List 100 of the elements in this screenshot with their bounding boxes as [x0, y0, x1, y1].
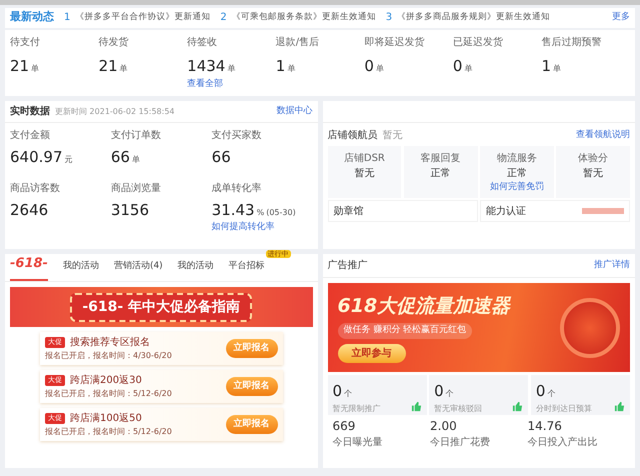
metric-value: 66 [212, 148, 231, 166]
counter-unit: 个 [547, 389, 556, 398]
ad-metric-label: 今日推广花费 [430, 436, 491, 450]
certification-label: 能力认证 [486, 204, 526, 218]
stat-value: 0 [452, 57, 462, 75]
metric-label: 商品浏览量 [110, 182, 162, 196]
stat-value: 1 [541, 57, 552, 75]
counter-label: 分时到达日预算 [536, 402, 593, 414]
notice-link[interactable]: 《可乘包邮服务条款》更新生效通知 [232, 11, 376, 24]
metric-unit: % [256, 208, 264, 216]
metric-label: 支付买家数 [212, 128, 263, 143]
stat-unit: 单 [287, 64, 296, 73]
stat-label: 售后过期预警 [541, 36, 602, 50]
score-label: 客服回复 [420, 152, 462, 166]
ad-metric-label: 今日投入产出比 [528, 436, 598, 450]
score-value: 正常 [430, 166, 452, 180]
thumbs-up-icon [410, 401, 422, 412]
navigator-value: 暂无 [382, 128, 402, 143]
stat-label: 待签收 [187, 36, 218, 50]
stat-value: 0 [364, 57, 374, 75]
counter-value: 0 [536, 382, 546, 400]
stat-label: 已延迟发货 [452, 36, 504, 50]
stat-unit: 单 [464, 64, 472, 73]
metric-label: 支付金额 [10, 128, 51, 143]
update-time: 更新时间 2021-06-02 15:58:54 [55, 106, 175, 118]
data-center-link[interactable]: 数据中心 [276, 104, 312, 118]
metric-value: 66 [110, 148, 130, 166]
tab[interactable]: 我的活动 [62, 254, 99, 281]
navigator-label: 店铺领航员 [328, 128, 378, 143]
activity-title: 跨店满200返30 [70, 374, 142, 388]
more-link[interactable]: 更多 [612, 10, 630, 24]
score-label: 物流服务 [496, 152, 538, 166]
stat-value: 21 [10, 57, 30, 75]
metric-note: (05-30) [266, 208, 296, 216]
section-title: 最新动态 [10, 9, 54, 26]
activity-time: 报名已开启，报名时间：5/12-6/20 [45, 388, 173, 400]
promotion-details-link[interactable]: 推广详情 [594, 258, 630, 272]
counter-value: 0 [332, 382, 342, 400]
banner-title: 年中大促必备指南 [128, 298, 240, 316]
activity-title: 跨店满100返50 [70, 412, 142, 426]
counter-unit: 个 [446, 389, 454, 398]
counter-label: 暂无审核驳回 [434, 402, 484, 414]
metric-value: 2646 [10, 200, 48, 218]
stat-unit: 单 [376, 64, 384, 73]
stat-label: 待发货 [98, 36, 130, 50]
counter-label: 暂无限制推广 [332, 402, 382, 414]
score-value: 暂无 [353, 166, 376, 180]
section-title: 广告推广 [328, 258, 368, 273]
tab[interactable]: 营销活动(4) [114, 254, 163, 281]
ad-metric-value: 14.76 [528, 418, 563, 435]
stat-unit: 单 [120, 64, 128, 73]
stat-unit: 单 [227, 64, 236, 73]
navigator-info-link[interactable]: 查看领航说明 [576, 128, 630, 142]
metric-value: 640.97 [10, 148, 62, 166]
metric-label: 商品访客数 [10, 182, 61, 196]
conversion-help-link[interactable]: 如何提高转化率 [212, 221, 312, 234]
notice-link[interactable]: 《拼多多商品服务规则》更新生效通知 [397, 11, 550, 24]
join-button[interactable]: 立即参与 [338, 344, 406, 363]
ad-metric-value: 669 [332, 418, 356, 435]
metric-label: 成单转化率 [212, 182, 263, 196]
score-value: 暂无 [582, 166, 604, 180]
thumbs-up-icon [512, 401, 524, 412]
penalty-help-link[interactable]: 如何完善免罚 [480, 180, 554, 194]
notice-link[interactable]: 《拼多多平台合作协议》更新通知 [75, 11, 210, 24]
activity-title: 搜索推荐专区报名 [70, 336, 150, 350]
stat-value: 21 [98, 57, 118, 75]
score-label: 体验分 [577, 152, 610, 166]
ad-metric-label: 今日曝光量 [332, 436, 384, 450]
stat-value: 1434 [187, 57, 226, 75]
tab[interactable]: 我的活动 [178, 254, 214, 281]
metric-value: 31.43 [212, 200, 255, 218]
activity-time: 报名已开启，报名时间：4/30-6/20 [45, 350, 173, 362]
ad-metric-value: 2.00 [430, 418, 458, 435]
banner-subtitle: 做任务 赚积分 轻松赢百元红包 [338, 323, 472, 339]
stat-label: 即将延迟发货 [364, 36, 426, 50]
medal-hall-label: 勋章馆 [334, 204, 364, 218]
score-value: 正常 [506, 166, 528, 180]
stat-value: 1 [276, 57, 286, 75]
logo-tab[interactable]: -618- [10, 248, 48, 281]
metric-label: 支付订单数 [110, 128, 162, 143]
certification-badge [582, 208, 624, 214]
stat-label: 退款/售后 [276, 36, 320, 50]
activity-time: 报名已开启，报名时间：5/12-6/20 [45, 426, 173, 438]
metric-unit: 单 [132, 154, 140, 164]
counter-unit: 个 [344, 389, 352, 398]
section-title: 实时数据 [10, 104, 50, 119]
thumbs-up-icon [614, 401, 626, 412]
metric-value: 3156 [110, 200, 150, 218]
banner-logo: -618- [82, 298, 124, 316]
stat-label: 待支付 [10, 36, 41, 50]
banner-title: 618大促流量加速器 [338, 294, 510, 320]
view-all-link[interactable]: 查看全部 [187, 78, 276, 91]
notice-index: 3 [386, 11, 392, 25]
tab[interactable]: 平台招标 [228, 254, 265, 281]
score-label: 店铺DSR [342, 152, 386, 166]
metric-unit: 元 [64, 154, 72, 164]
counter-value: 0 [434, 382, 444, 400]
notice-index: 2 [220, 11, 227, 25]
notice-index: 1 [64, 11, 70, 25]
stat-unit: 单 [31, 64, 40, 73]
